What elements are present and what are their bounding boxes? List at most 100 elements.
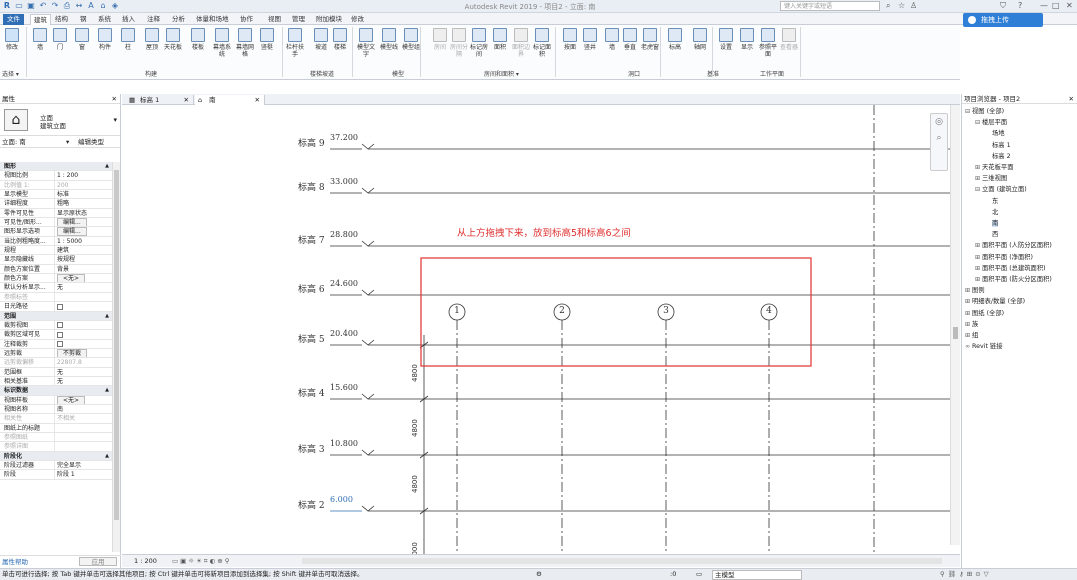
property-value[interactable]: [55, 330, 112, 338]
browser-node[interactable]: ⊟ 视图 (全部): [965, 108, 1004, 116]
ribbon-button[interactable]: 标记房间: [469, 28, 489, 58]
ribbon-button[interactable]: 设置: [716, 28, 736, 51]
edit-type-button[interactable]: 编辑类型: [78, 136, 104, 148]
level-name[interactable]: 标高 9: [298, 136, 325, 149]
property-row[interactable]: 零件可见性 显示原状态: [0, 208, 112, 219]
open-icon[interactable]: ▭: [14, 1, 24, 11]
expand-icon[interactable]: ⊞: [975, 265, 982, 273]
ribbon-tab[interactable]: 视图: [268, 14, 281, 25]
property-value[interactable]: 背景: [55, 265, 112, 273]
ribbon-button[interactable]: 标记面积: [532, 28, 552, 58]
grid-number[interactable]: 4: [761, 306, 777, 316]
expand-icon[interactable]: ⊞: [965, 287, 972, 295]
property-row[interactable]: 远剪裁 不剪裁: [0, 348, 112, 359]
expand-icon[interactable]: ⊞: [975, 242, 982, 250]
browser-node[interactable]: ⊞ 天花板平面: [975, 164, 1013, 172]
expand-icon[interactable]: ⊞: [975, 164, 982, 172]
property-value[interactable]: 建筑: [55, 246, 112, 254]
browser-node[interactable]: ⊟ 立面 (建筑立面): [975, 186, 1027, 194]
3d-view-icon[interactable]: ⌂: [98, 1, 108, 11]
property-value[interactable]: 不剪裁: [55, 348, 112, 358]
print-icon[interactable]: ⎙: [62, 1, 72, 11]
grid-number[interactable]: 3: [658, 306, 674, 316]
ribbon-button[interactable]: 窗: [72, 28, 92, 51]
zoom-icon[interactable]: ⌕: [931, 133, 947, 143]
minimize-icon[interactable]: —: [1040, 1, 1048, 10]
expand-icon[interactable]: ⊞: [965, 332, 972, 340]
property-button[interactable]: 编辑...: [57, 227, 87, 236]
ribbon-button[interactable]: 垂直: [620, 28, 640, 51]
selection-filter-icons[interactable]: ⚲⛓⚷⊞⊙▽: [940, 569, 992, 580]
properties-help-link[interactable]: 属性帮助: [0, 558, 28, 566]
expand-icon[interactable]: ⊟: [975, 119, 982, 127]
property-checkbox[interactable]: [57, 331, 63, 338]
property-button[interactable]: <无>: [57, 395, 86, 404]
ribbon-tab[interactable]: 附加模块: [316, 14, 342, 25]
instance-selector[interactable]: 立面: 南 ▾ 编辑类型: [0, 136, 120, 148]
browser-node[interactable]: ⊞ 面积平面 (净面积): [975, 254, 1033, 262]
text-icon[interactable]: A: [86, 1, 96, 11]
browser-node[interactable]: 西: [985, 231, 998, 239]
property-button[interactable]: <无>: [57, 274, 86, 283]
ribbon-tab[interactable]: 修改: [351, 14, 364, 25]
level-name[interactable]: 标高 4: [298, 386, 325, 399]
browser-node[interactable]: ⊞ 面积平面 (人防分区面积): [975, 242, 1052, 250]
browser-node[interactable]: ⊞ 图纸 (全部): [965, 310, 1004, 318]
worksets-icon[interactable]: ⚙: [536, 569, 542, 580]
ribbon-button[interactable]: 墙: [30, 28, 50, 51]
property-row[interactable]: 图纸上的标题: [0, 423, 112, 433]
level-name[interactable]: 标高 8: [298, 180, 325, 193]
close-icon[interactable]: ✕: [255, 95, 260, 105]
drawing-scrollbar[interactable]: [950, 105, 960, 545]
property-value[interactable]: 无: [55, 377, 112, 385]
browser-node[interactable]: ⊞ 三维视图: [975, 175, 1007, 183]
view-tab[interactable]: ▦ 标高 1 ✕: [126, 95, 194, 105]
property-row[interactable]: 规程 建筑: [0, 246, 112, 256]
dimension-text[interactable]: 4800: [411, 364, 419, 382]
property-value[interactable]: 完全显示: [55, 461, 112, 469]
ribbon-tab[interactable]: 文件: [3, 14, 24, 25]
ribbon-button[interactable]: 幕墙网格: [235, 28, 255, 58]
property-value[interactable]: 1 : 5000: [55, 237, 112, 245]
close-icon[interactable]: ✕: [112, 94, 117, 104]
ribbon-button[interactable]: 竖梃: [257, 28, 277, 51]
ribbon-button[interactable]: 房间分隔: [449, 28, 469, 58]
level-elevation[interactable]: 28.800: [330, 230, 358, 239]
close-icon[interactable]: ✕: [1066, 1, 1073, 10]
browser-node[interactable]: ∞ Revit 链接: [965, 343, 1003, 351]
property-value[interactable]: <无>: [55, 395, 112, 404]
level-elevation[interactable]: 20.400: [330, 329, 358, 338]
chevron-down-icon[interactable]: ▾: [66, 136, 69, 148]
property-row[interactable]: 范围框无: [0, 367, 112, 377]
cart-icon[interactable]: ⛉: [1000, 1, 1006, 11]
ribbon-tab[interactable]: 插入: [122, 14, 135, 25]
property-row[interactable]: 视图样板 <无>: [0, 395, 112, 405]
property-row[interactable]: 相关基准无: [0, 376, 112, 387]
property-value[interactable]: 显示原状态: [55, 209, 112, 217]
view-scale[interactable]: 1 : 200: [134, 555, 157, 567]
collapse-icon[interactable]: ▲: [105, 312, 112, 320]
view-tab[interactable]: ⌂ 南 ✕: [195, 95, 265, 105]
user-icon[interactable]: ♙: [910, 1, 917, 10]
level-name[interactable]: 标高 7: [298, 233, 325, 246]
ribbon-button[interactable]: 房间: [430, 28, 450, 51]
browser-node[interactable]: 场地: [985, 130, 1005, 138]
ribbon-button[interactable]: 显示: [737, 28, 757, 51]
property-row[interactable]: 默认分析显示... 无: [0, 283, 112, 293]
ribbon-tab[interactable]: 钢: [80, 14, 87, 25]
ribbon-tab[interactable]: 系统: [98, 14, 111, 25]
expand-icon[interactable]: ⊞: [965, 310, 972, 318]
ribbon-button[interactable]: 模型组: [401, 28, 421, 51]
property-value[interactable]: 按规程: [55, 255, 112, 263]
save-icon[interactable]: ▣: [26, 1, 36, 11]
ribbon-tab[interactable]: 分析: [172, 14, 185, 25]
property-row[interactable]: 裁剪视图: [0, 320, 112, 331]
property-value[interactable]: <无>: [55, 274, 112, 283]
view-control-icons[interactable]: ▭▣☼☀⌗◐⊕⚲: [172, 555, 231, 567]
level-name[interactable]: 标高 5: [298, 332, 325, 345]
level-name[interactable]: 标高 2: [298, 498, 325, 511]
property-row[interactable]: 颜色方案位置 背景: [0, 264, 112, 275]
level-elevation[interactable]: 37.200: [330, 133, 358, 142]
expand-icon[interactable]: ⊞: [975, 254, 982, 262]
level-elevation[interactable]: 33.000: [330, 177, 358, 186]
